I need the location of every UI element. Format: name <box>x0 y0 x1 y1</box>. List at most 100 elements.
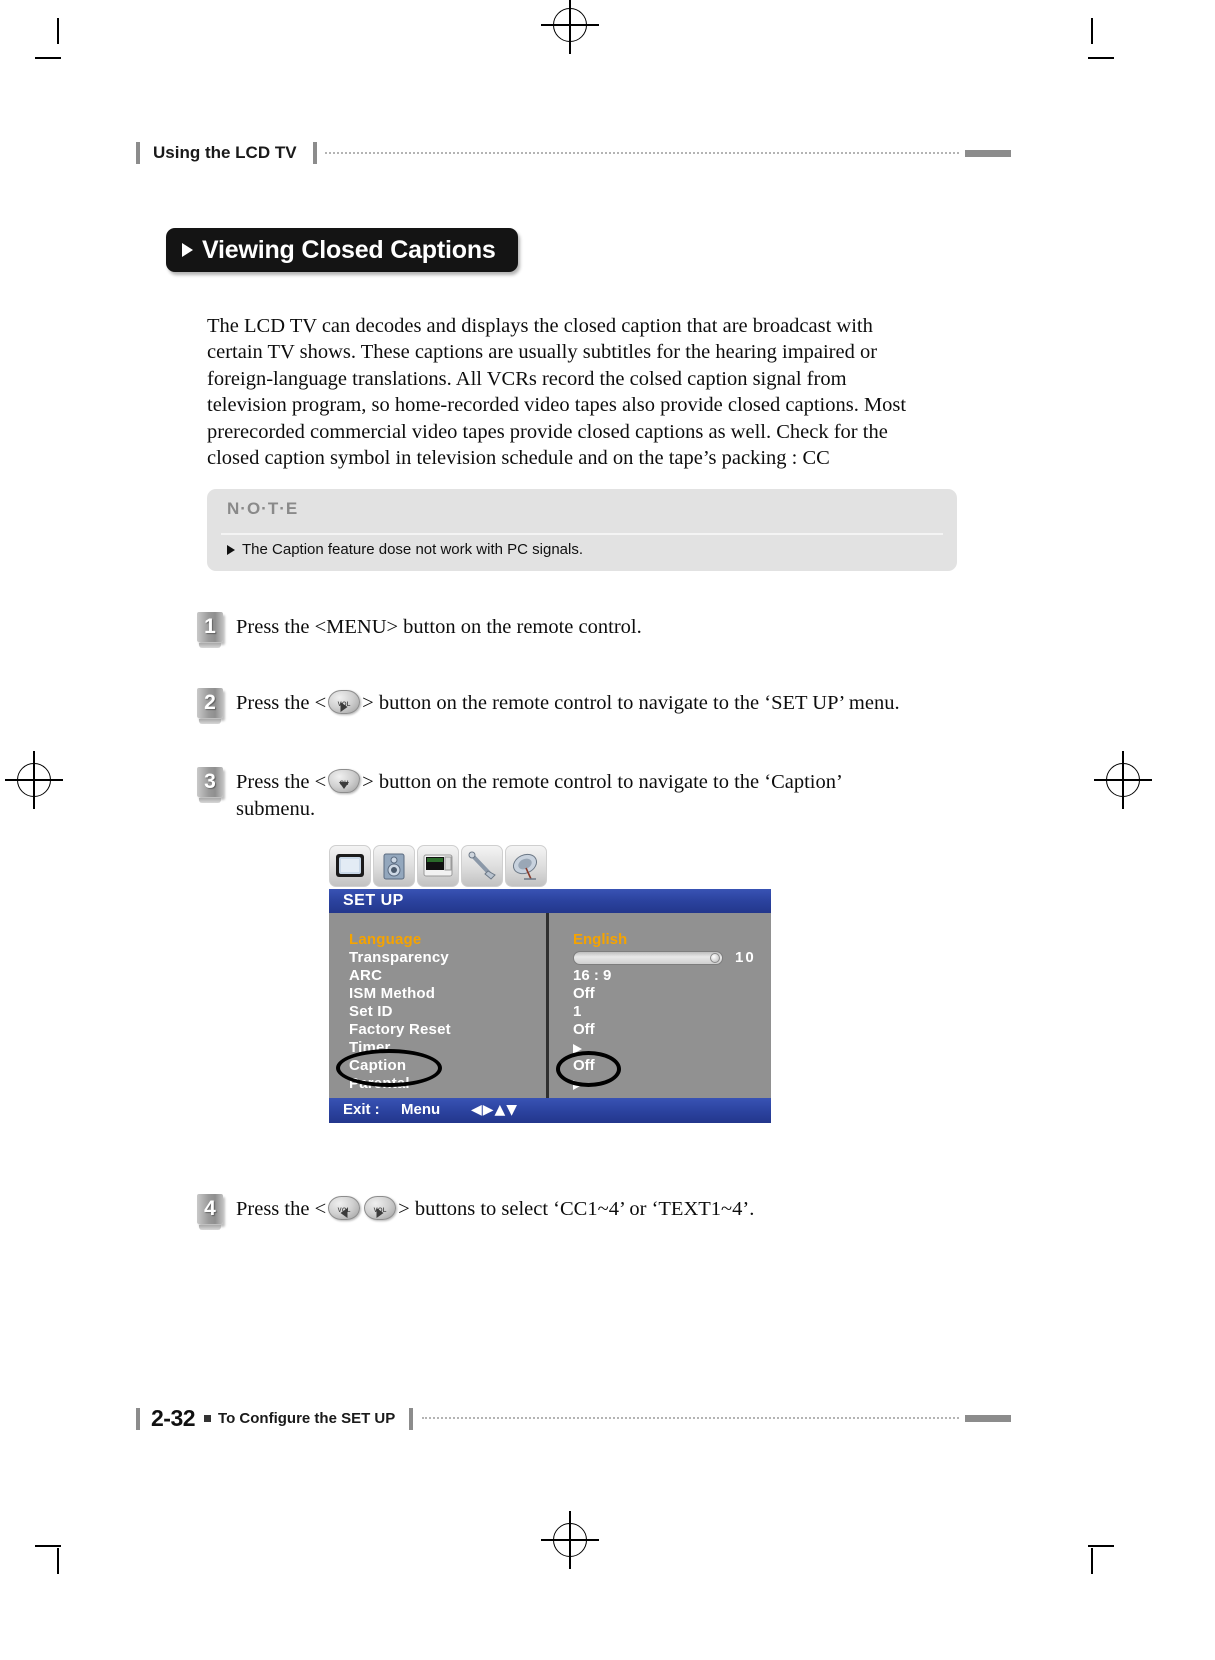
osd-value-ism-method[interactable]: Off <box>573 985 763 1003</box>
triangle-right-icon <box>182 243 193 257</box>
header-title: Using the LCD TV <box>153 143 297 162</box>
step-3-text-after: > button on the remote control to naviga… <box>236 771 842 820</box>
osd-tab-sound[interactable] <box>373 845 415 887</box>
osd-footer-exit-label: Exit : <box>343 1101 380 1118</box>
step-number-badge: 2 <box>197 688 223 724</box>
crop-mark-bottom-right-v <box>1091 1548 1093 1574</box>
step-1-text: Press the <MENU> button on the remote co… <box>236 612 642 641</box>
header-tick-bar-2 <box>312 142 317 164</box>
triangle-right-icon <box>227 544 235 555</box>
transparency-slider[interactable] <box>573 951 723 965</box>
intro-paragraph: The LCD TV can decodes and displays the … <box>207 314 907 470</box>
arrow-left-icon <box>340 1208 348 1218</box>
registration-mark-right <box>1094 751 1152 809</box>
section-title-pill: Viewing Closed Captions <box>166 228 518 272</box>
arrow-down-icon <box>339 782 350 789</box>
transparency-slider-value: 10 <box>735 949 756 966</box>
footer-tick-bar <box>136 1407 140 1430</box>
arrow-right-icon <box>376 1208 384 1218</box>
slider-knob[interactable] <box>710 953 720 963</box>
highlight-ellipse-caption-value <box>556 1051 621 1087</box>
crop-mark-top-right-v <box>1091 18 1093 44</box>
note-divider <box>221 533 943 535</box>
osd-footer-bar: Exit : Menu ◀▶▲▼ <box>329 1098 771 1376</box>
osd-tab-setup[interactable] <box>461 845 503 887</box>
vol-left-key-icon: VOL <box>328 1196 361 1220</box>
osd-footer-arrow-icons: ◀▶▲▼ <box>471 1102 519 1118</box>
step-3-text: Press the < CH > button on the remote cont… <box>236 767 917 823</box>
footer-square-bullet <box>204 1415 212 1422</box>
crop-mark-top-left-h <box>35 57 61 59</box>
osd-tab-screen[interactable] <box>417 845 459 887</box>
osd-value-set-id[interactable]: 1 <box>573 1003 763 1021</box>
osd-menu-item-transparency[interactable]: Transparency <box>349 949 539 967</box>
arrow-right-icon <box>340 702 348 712</box>
crop-mark-bottom-left-h <box>35 1545 61 1547</box>
header-end-cap <box>965 149 1011 157</box>
header-tick-bar <box>136 142 140 164</box>
footer-end-cap <box>965 1415 1011 1422</box>
osd-menu-item-language[interactable]: Language <box>349 931 539 949</box>
step-1-text-main: Press the <MENU> button on the remote co… <box>236 616 642 638</box>
step-2-text-before: Press the < <box>236 692 327 714</box>
speaker-icon <box>383 853 405 880</box>
osd-tab-strip <box>329 845 547 887</box>
osd-title-bar: SET UP <box>329 889 771 913</box>
step-1: 1 Press the <MENU> button on the remote … <box>197 612 957 648</box>
step-number-badge: 3 <box>197 767 223 803</box>
satellite-dish-icon <box>512 853 538 880</box>
crop-mark-top-right-h <box>1088 57 1114 59</box>
osd-screenshot: SET UP Language Transparency ARC ISM Met… <box>329 845 771 1376</box>
osd-menu-item-ism-method[interactable]: ISM Method <box>349 985 539 1003</box>
step-number-badge: 1 <box>197 612 223 648</box>
note-heading: N·O·T·E <box>227 499 299 518</box>
note-item-text: The Caption feature dose not work with P… <box>242 541 584 558</box>
osd-value-transparency[interactable]: 10 <box>573 949 763 967</box>
footer-tick-bar-2 <box>409 1407 414 1430</box>
step-2: 2 Press the < VOL > button on the remote c… <box>197 688 977 724</box>
registration-mark-bottom <box>541 1511 599 1569</box>
step-4: 4 Press the < VOL VOL > buttons to select ‘… <box>197 1194 957 1230</box>
registration-mark-top <box>541 0 599 54</box>
step-3: 3 Press the < CH > button on the remote co… <box>197 767 917 823</box>
osd-menu-item-factory-reset[interactable]: Factory Reset <box>349 1021 539 1039</box>
footer-dotted-rule <box>422 1417 959 1420</box>
step-number-badge: 4 <box>197 1194 223 1230</box>
step-3-text-before: Press the < <box>236 771 327 793</box>
monitor-icon <box>423 854 453 877</box>
crop-mark-top-left-v <box>57 18 59 44</box>
osd-menu-item-arc[interactable]: ARC <box>349 967 539 985</box>
note-box: N·O·T·E The Caption feature dose not wor… <box>207 489 957 571</box>
page-footer: 2-32 To Configure the SET UP <box>136 1405 1011 1432</box>
step-2-text-after: > button on the remote control to naviga… <box>362 692 900 714</box>
section-title: Viewing Closed Captions <box>202 235 496 264</box>
wrench-icon <box>468 851 496 880</box>
osd-tab-antenna[interactable] <box>505 845 547 887</box>
page-number: 2-32 <box>151 1405 196 1431</box>
osd-footer-menu-label[interactable]: Menu <box>401 1101 440 1118</box>
osd-tab-picture[interactable] <box>329 845 371 887</box>
osd-menu-item-set-id[interactable]: Set ID <box>349 1003 539 1021</box>
osd-column-divider <box>546 913 549 1098</box>
vol-right-key-icon: VOL <box>328 690 361 714</box>
osd-value-factory-reset[interactable]: Off <box>573 1021 763 1039</box>
crop-mark-bottom-right-h <box>1088 1545 1114 1547</box>
note-item: The Caption feature dose not work with P… <box>227 541 583 558</box>
osd-value-arc[interactable]: 16 : 9 <box>573 967 763 985</box>
vol-right-key-icon: VOL <box>364 1196 397 1220</box>
crop-mark-bottom-left-v <box>57 1548 59 1574</box>
osd-title: SET UP <box>343 892 404 909</box>
page-header: Using the LCD TV <box>136 140 1011 166</box>
step-2-text: Press the < VOL > button on the remote con… <box>236 688 900 717</box>
osd-footer-shade <box>329 1351 551 1376</box>
tv-screen-icon <box>336 854 364 877</box>
highlight-ellipse-caption-label <box>336 1049 442 1087</box>
step-4-text: Press the < VOL VOL > buttons to select ‘CC… <box>236 1194 754 1223</box>
osd-value-language[interactable]: English <box>573 931 763 949</box>
registration-mark-left <box>5 751 63 809</box>
footer-section-label: To Configure the SET UP <box>218 1410 396 1427</box>
ch-down-key-icon: CH <box>328 769 361 793</box>
step-4-text-before: Press the < <box>236 1198 327 1220</box>
header-dotted-rule <box>324 151 959 155</box>
step-4-text-after: > buttons to select ‘CC1~4’ or ‘TEXT1~4’… <box>398 1198 755 1220</box>
